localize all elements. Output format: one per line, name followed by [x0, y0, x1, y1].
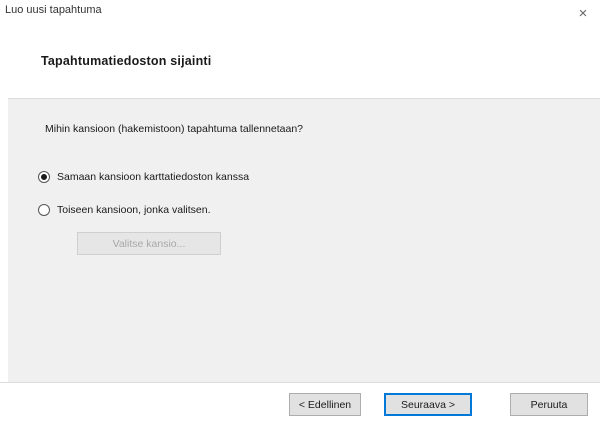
radio-same-folder-label: Samaan kansioon karttatiedoston kanssa	[57, 171, 250, 183]
back-button[interactable]: < Edellinen	[289, 393, 361, 416]
radio-other-folder[interactable]: Toiseen kansioon, jonka valitsen.	[38, 204, 211, 216]
window-title: Luo uusi tapahtuma	[5, 4, 102, 16]
wizard-footer: < Edellinen Seuraava > Peruuta	[0, 382, 600, 423]
choose-folder-button[interactable]: Valitse kansio...	[77, 232, 221, 255]
radio-other-folder-label: Toiseen kansioon, jonka valitsen.	[57, 204, 211, 216]
radio-unselected-icon[interactable]	[38, 204, 50, 216]
page-title: Tapahtumatiedoston sijainti	[41, 54, 212, 68]
title-bar: Luo uusi tapahtuma ×	[0, 0, 600, 26]
radio-same-folder[interactable]: Samaan kansioon karttatiedoston kanssa	[38, 171, 249, 183]
next-button[interactable]: Seuraava >	[384, 393, 472, 416]
new-event-dialog: Luo uusi tapahtuma × Tapahtumatiedoston …	[0, 0, 600, 423]
question-label: Mihin kansioon (hakemistoon) tapahtuma t…	[45, 123, 303, 135]
cancel-button[interactable]: Peruuta	[510, 393, 588, 416]
radio-selected-icon[interactable]	[38, 171, 50, 183]
wizard-header: Tapahtumatiedoston sijainti	[0, 26, 600, 98]
close-icon[interactable]: ×	[572, 2, 594, 24]
wizard-content: Mihin kansioon (hakemistoon) tapahtuma t…	[8, 98, 600, 382]
